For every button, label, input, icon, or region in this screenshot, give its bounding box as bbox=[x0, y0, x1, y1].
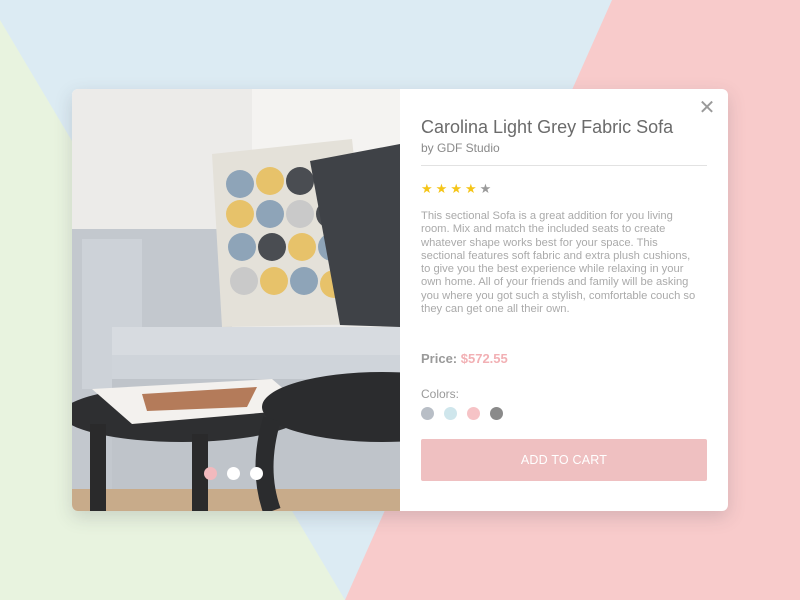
gallery-dot[interactable] bbox=[227, 467, 240, 480]
gallery-dot[interactable] bbox=[250, 467, 263, 480]
divider bbox=[421, 165, 707, 166]
color-swatches bbox=[421, 407, 503, 420]
color-swatch[interactable] bbox=[421, 407, 434, 420]
color-swatch[interactable] bbox=[490, 407, 503, 420]
product-description: This sectional Sofa is a great addition … bbox=[421, 210, 696, 316]
price-value: $572.55 bbox=[460, 351, 508, 366]
close-icon[interactable]: ✕ bbox=[698, 98, 716, 118]
star-icon: ★ bbox=[421, 181, 433, 196]
product-quick-view-card: ✕ Carolina Light Grey Fabric Sofa by GDF… bbox=[72, 89, 728, 511]
add-to-cart-button[interactable]: ADD TO CART bbox=[421, 439, 707, 481]
gallery-dot[interactable] bbox=[204, 467, 217, 480]
star-icon: ★ bbox=[450, 181, 462, 196]
colors-label: Colors: bbox=[421, 387, 460, 401]
product-brand: by GDF Studio bbox=[421, 141, 500, 155]
star-icon: ★ bbox=[479, 181, 492, 196]
sofa-photo bbox=[72, 89, 502, 511]
star-rating: ★ ★ ★ ★ ★ bbox=[421, 182, 491, 195]
price-row: Price: $572.55 bbox=[421, 351, 508, 366]
product-image bbox=[72, 89, 502, 511]
product-info-panel: ✕ Carolina Light Grey Fabric Sofa by GDF… bbox=[400, 89, 728, 511]
star-icon: ★ bbox=[464, 181, 477, 196]
star-icon: ★ bbox=[435, 181, 448, 196]
gallery-dots bbox=[204, 467, 263, 480]
price-label: Price: bbox=[421, 351, 458, 366]
color-swatch[interactable] bbox=[444, 407, 457, 420]
product-title: Carolina Light Grey Fabric Sofa bbox=[421, 117, 674, 137]
color-swatch[interactable] bbox=[467, 407, 480, 420]
